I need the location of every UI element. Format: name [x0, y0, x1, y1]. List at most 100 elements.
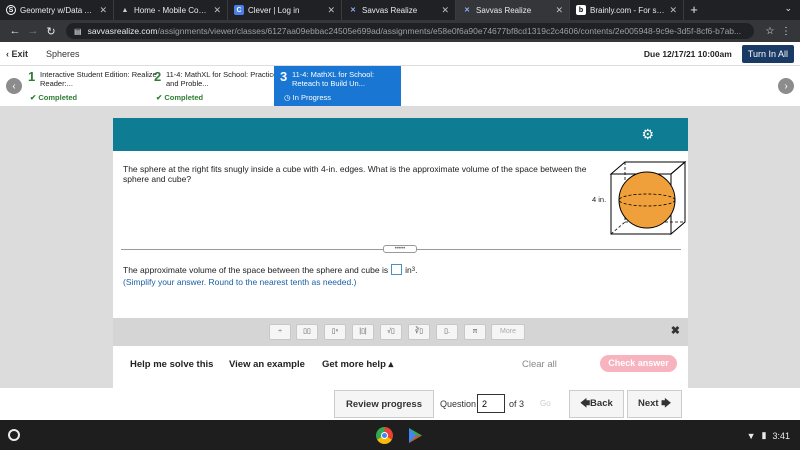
- go-button[interactable]: Go: [540, 399, 551, 408]
- steps-next-arrow-icon[interactable]: ›: [778, 78, 794, 94]
- step-status-label: In Progress: [292, 93, 331, 102]
- play-store-glyph: [409, 428, 422, 443]
- tab-title: Geometry w/Data Anal: [20, 5, 97, 15]
- tab-close-icon[interactable]: ✕: [213, 5, 221, 16]
- step-status: ◷ In Progress: [284, 93, 331, 102]
- step-number: 2: [154, 69, 162, 84]
- check-answer-button[interactable]: Check answer: [600, 355, 677, 372]
- browser-tab[interactable]: C Clever | Log in ✕: [228, 0, 342, 20]
- tab-close-icon[interactable]: ✕: [555, 5, 563, 16]
- fraction-tool-button[interactable]: ÷: [269, 324, 291, 340]
- question-header-bar: ⚙: [113, 118, 688, 151]
- back-arrow-icon[interactable]: ←: [6, 25, 24, 37]
- launcher-icon[interactable]: [8, 429, 20, 441]
- help-me-solve-button[interactable]: Help me solve this: [130, 359, 213, 370]
- reload-icon[interactable]: ↻: [42, 25, 60, 38]
- pi-tool-button[interactable]: π: [464, 324, 486, 340]
- bookmark-star-icon[interactable]: ☆: [762, 26, 778, 37]
- answer-input[interactable]: [391, 264, 403, 275]
- forward-arrow-icon[interactable]: →: [24, 25, 42, 37]
- answer-instructions: (Simplify your answer. Round to the near…: [123, 277, 357, 287]
- step-title: Interactive Student Edition: Realize Rea…: [40, 70, 157, 88]
- next-button[interactable]: Next 🡆: [627, 390, 682, 418]
- review-progress-button[interactable]: Review progress: [334, 390, 434, 418]
- exponent-tool-button[interactable]: ▯ⁿ: [324, 324, 346, 340]
- question-navigation: Review progress Question of 3 Go 🡄Back N…: [0, 388, 800, 420]
- square-root-tool-button[interactable]: √▯: [380, 324, 402, 340]
- question-label: Question: [440, 399, 477, 409]
- system-tray[interactable]: ▼ ▮ 3:41: [747, 430, 790, 441]
- step-2[interactable]: 2 11-4: MathXL for School: Practice and …: [146, 66, 277, 106]
- breadcrumb: Spheres: [46, 48, 80, 59]
- app-header: ‹ Exit Spheres Due 12/17/21 10:00am Turn…: [0, 42, 800, 66]
- tab-favicon-icon: ✕: [464, 7, 470, 14]
- chrome-icon[interactable]: [376, 427, 393, 444]
- tab-close-icon[interactable]: ✕: [99, 5, 107, 16]
- question-number-input[interactable]: [477, 394, 505, 413]
- tab-close-icon[interactable]: ✕: [327, 5, 335, 16]
- step-status-label: Completed: [38, 93, 78, 102]
- math-toolbar: ÷ ▯▯ ▯ⁿ |▯| √▯ ∛▯ ▯. π More ✖: [113, 318, 688, 346]
- site-info-icon[interactable]: ▤: [74, 27, 82, 36]
- step-1[interactable]: 1 Interactive Student Edition: Realize R…: [20, 66, 157, 106]
- browser-tab-strip: S Geometry w/Data Anal ✕ ▲ Home - Mobile…: [0, 0, 800, 20]
- exit-label: Exit: [11, 48, 29, 59]
- tab-close-icon[interactable]: ✕: [669, 5, 677, 16]
- view-example-button[interactable]: View an example: [229, 359, 305, 370]
- tab-title: Savvas Realize: [362, 5, 418, 15]
- step-status: ✔ Completed: [30, 93, 77, 102]
- browser-tab[interactable]: b Brainly.com - For stude ✕: [570, 0, 684, 20]
- question-card: ⚙ The sphere at the right fits snugly in…: [113, 118, 688, 424]
- browser-tab-active[interactable]: ✕ Savvas Realize ✕: [456, 0, 570, 20]
- resize-handle[interactable]: •••••: [383, 245, 417, 253]
- cube-root-tool-button[interactable]: ∛▯: [408, 324, 430, 340]
- play-store-icon[interactable]: [407, 427, 424, 444]
- step-status: ✔ Completed: [156, 93, 203, 102]
- new-tab-button[interactable]: +: [684, 0, 704, 20]
- answer-unit: in: [405, 264, 412, 275]
- url-path: /assignments/viewer/classes/6127aa09ebba…: [157, 26, 742, 36]
- question-text: The sphere at the right fits snugly insi…: [123, 164, 587, 184]
- battery-icon: ▮: [761, 430, 767, 440]
- absolute-value-tool-button[interactable]: |▯|: [352, 324, 374, 340]
- clear-all-button[interactable]: Clear all: [522, 359, 557, 370]
- step-title: 11-4: MathXL for School: Practice and Pr…: [166, 70, 278, 88]
- tab-search-chevron-icon[interactable]: ⌄: [784, 3, 792, 14]
- question-total: of 3: [509, 399, 525, 409]
- browser-tab[interactable]: ▲ Home - Mobile County ✕: [114, 0, 228, 20]
- wifi-icon: ▼: [746, 430, 756, 441]
- browser-toolbar: ← → ↻ ▤ savvasrealize.com/assignments/vi…: [0, 20, 800, 42]
- step-title: 11-4: MathXL for School: Reteach to Buil…: [292, 70, 375, 88]
- close-icon[interactable]: ✖: [671, 324, 680, 337]
- tab-favicon-icon: ▲: [121, 6, 129, 14]
- mixed-number-tool-button[interactable]: ▯▯: [296, 324, 318, 340]
- tab-close-icon[interactable]: ✕: [441, 5, 449, 16]
- browser-tab[interactable]: S Geometry w/Data Anal ✕: [0, 0, 114, 20]
- tab-favicon-icon: ✕: [350, 7, 356, 14]
- address-bar[interactable]: ▤ savvasrealize.com/assignments/viewer/c…: [66, 23, 754, 39]
- main-content: ⚙ The sphere at the right fits snugly in…: [0, 106, 800, 424]
- clock: 3:41: [772, 430, 790, 441]
- due-date: Due 12/17/21 10:00am: [643, 48, 732, 59]
- assignment-steps: ‹ 1 Interactive Student Edition: Realize…: [0, 66, 800, 106]
- step-3-current[interactable]: 3 11-4: MathXL for School: Reteach to Bu…: [274, 66, 401, 106]
- help-row: Help me solve this View an example Get m…: [113, 352, 688, 376]
- gear-icon[interactable]: ⚙: [641, 127, 654, 141]
- tab-title: Home - Mobile County: [134, 5, 211, 15]
- answer-suffix: .: [415, 264, 418, 275]
- more-tools-button[interactable]: More: [491, 324, 525, 340]
- clock-icon: ◷: [284, 93, 293, 102]
- browser-tab[interactable]: ✕ Savvas Realize ✕: [342, 0, 456, 20]
- answer-prefix: The approximate volume of the space betw…: [123, 264, 389, 275]
- decimal-tool-button[interactable]: ▯.: [436, 324, 458, 340]
- turn-in-all-button[interactable]: Turn In All: [741, 44, 794, 63]
- tab-title: Savvas Realize: [476, 5, 532, 15]
- browser-menu-icon[interactable]: ⋮: [778, 26, 794, 37]
- exit-button[interactable]: ‹ Exit: [6, 49, 28, 59]
- get-more-help-button[interactable]: Get more help ▴: [322, 359, 393, 370]
- tab-favicon-icon: S: [6, 5, 16, 15]
- os-shelf: ▼ ▮ 3:41: [0, 420, 800, 450]
- tab-title: Brainly.com - For stude: [590, 5, 667, 15]
- tab-title: Clever | Log in: [248, 5, 300, 15]
- back-button[interactable]: 🡄Back: [569, 390, 624, 418]
